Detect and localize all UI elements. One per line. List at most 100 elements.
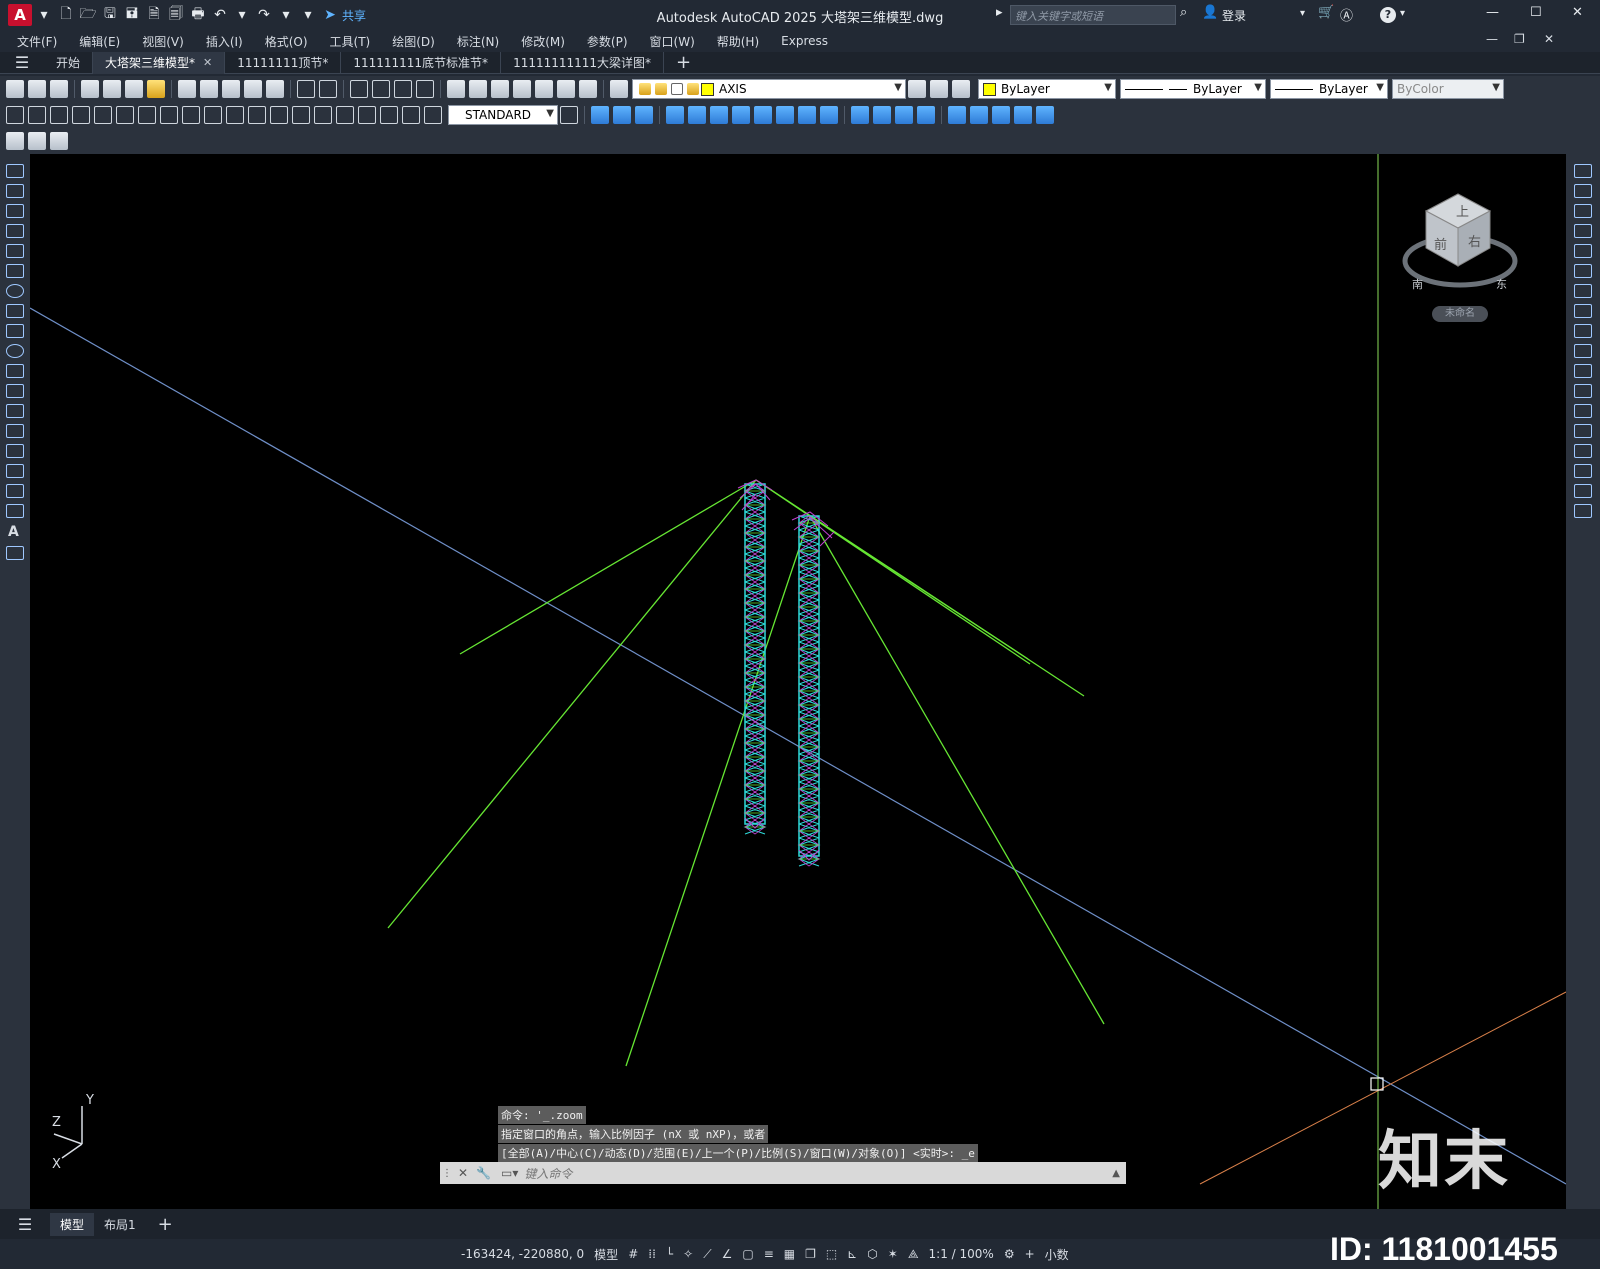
menu-format[interactable]: 格式(O) — [256, 33, 321, 50]
search-input[interactable]: 键入关键字或短语 — [1010, 5, 1176, 25]
gradient-icon[interactable] — [6, 464, 24, 478]
save-to-web-icon[interactable]: 🗐 — [166, 5, 186, 25]
tab-layout1[interactable]: 布局1 — [94, 1213, 146, 1236]
layer-states-icon[interactable] — [952, 80, 970, 98]
presspull-icon[interactable] — [754, 106, 772, 124]
save-icon[interactable] — [50, 80, 68, 98]
jogged-linear-icon[interactable] — [358, 106, 376, 124]
menu-parametric[interactable]: 参数(P) — [578, 33, 641, 50]
line-icon[interactable] — [6, 164, 24, 178]
extend-icon[interactable] — [1574, 364, 1592, 378]
copy-icon[interactable] — [200, 80, 218, 98]
sweep-icon[interactable] — [710, 106, 728, 124]
3d-rotate-icon[interactable] — [970, 106, 988, 124]
tab-start[interactable]: 开始 — [44, 51, 94, 74]
menu-tools[interactable]: 工具(T) — [321, 33, 384, 50]
tool-palettes-icon[interactable] — [491, 80, 509, 98]
planar-surface-icon[interactable] — [798, 106, 816, 124]
grid-icon[interactable]: # — [628, 1247, 638, 1261]
loft-icon[interactable] — [732, 106, 750, 124]
login-dropdown-icon[interactable]: ▾ — [1300, 8, 1305, 19]
maximize-window-icon[interactable]: ☐ — [1530, 5, 1542, 20]
close-window-icon[interactable]: ✕ — [1572, 5, 1583, 20]
3d-move-icon[interactable] — [948, 106, 966, 124]
polysolid-icon[interactable] — [820, 106, 838, 124]
wedge-icon[interactable] — [613, 106, 631, 124]
command-close-icon[interactable]: ✕ — [458, 1166, 468, 1180]
autodesk-account-icon[interactable]: Ⓐ — [1340, 5, 1353, 24]
join-icon[interactable] — [1574, 424, 1592, 438]
menu-modify[interactable]: 修改(M) — [512, 33, 578, 50]
command-grip-icon[interactable]: ⋮ — [440, 1168, 454, 1179]
menu-dimension[interactable]: 标注(N) — [448, 33, 512, 50]
layer-manager-icon[interactable] — [50, 132, 68, 150]
command-history-toggle-icon[interactable]: ▲ — [1112, 1168, 1120, 1179]
ellipse-icon[interactable] — [6, 344, 24, 358]
construction-line-icon[interactable] — [6, 184, 24, 198]
arc-icon[interactable] — [6, 264, 24, 278]
hamburger-menu-icon[interactable]: ☰ — [0, 53, 44, 72]
attach-reference-icon[interactable] — [28, 132, 46, 150]
stretch-icon[interactable] — [1574, 324, 1592, 338]
share-button[interactable]: 共享 — [342, 7, 366, 24]
undo-dropdown-icon[interactable]: ▾ — [232, 5, 252, 25]
dimension-style-manager-icon[interactable] — [560, 106, 578, 124]
box-icon[interactable] — [591, 106, 609, 124]
share-icon[interactable]: ➤ — [320, 5, 340, 25]
customize-wrench-icon[interactable]: 🔧 — [476, 1166, 491, 1180]
undo-icon[interactable] — [297, 80, 315, 98]
circle-icon[interactable] — [6, 284, 24, 298]
new-tab-plus-icon[interactable]: + — [664, 52, 703, 73]
save-as-icon[interactable]: 🖬 — [122, 5, 142, 25]
make-block-icon[interactable] — [6, 404, 24, 418]
annotation-visibility-icon[interactable]: ✶ — [888, 1247, 898, 1261]
calculator-icon[interactable] — [557, 80, 575, 98]
multiline-text-icon[interactable]: A — [8, 524, 19, 540]
blend-curves-icon[interactable] — [1574, 484, 1592, 498]
rectangle-icon[interactable] — [6, 244, 24, 258]
scale-icon[interactable] — [1574, 304, 1592, 318]
dimension-text-edit-icon[interactable] — [402, 106, 420, 124]
isometric-icon[interactable]: ⟋ — [703, 1247, 711, 1262]
cut-icon[interactable] — [178, 80, 196, 98]
rotate-icon[interactable] — [1574, 284, 1592, 298]
dimension-break-icon[interactable] — [270, 106, 288, 124]
dimension-space-icon[interactable] — [248, 106, 266, 124]
transparency-icon[interactable]: ▦ — [784, 1247, 795, 1261]
offset-icon[interactable] — [1574, 224, 1592, 238]
erase-icon[interactable] — [1574, 164, 1592, 178]
command-input[interactable]: 键入命令 — [524, 1165, 572, 1182]
block-editor-icon[interactable] — [266, 80, 284, 98]
menu-file[interactable]: 文件(F) — [8, 33, 70, 50]
color-dropdown[interactable]: ByLayer ▼ — [978, 79, 1116, 99]
object-snap-icon[interactable]: ▢ — [742, 1247, 753, 1261]
new-file-icon[interactable]: 🗋 — [56, 5, 76, 25]
add-selected-icon[interactable] — [6, 546, 24, 560]
ellipse-arc-icon[interactable] — [6, 364, 24, 378]
arc-length-icon[interactable] — [50, 106, 68, 124]
match-properties-icon[interactable] — [244, 80, 262, 98]
spline-icon[interactable] — [6, 324, 24, 338]
menu-help[interactable]: 帮助(H) — [708, 33, 772, 50]
zoom-window-icon[interactable] — [394, 80, 412, 98]
trim-icon[interactable] — [1574, 344, 1592, 358]
continue-dimension-icon[interactable] — [226, 106, 244, 124]
workspace-gear-icon[interactable]: ⚙ — [1004, 1247, 1015, 1261]
3d-osnap-icon[interactable]: ⬚ — [826, 1247, 837, 1261]
open-icon[interactable] — [28, 80, 46, 98]
jogged-dimension-icon[interactable] — [116, 106, 134, 124]
selection-cycling-icon[interactable]: ❐ — [805, 1247, 816, 1261]
cart-icon[interactable]: 🛒 — [1318, 5, 1334, 20]
undo-icon[interactable]: ↶ — [210, 5, 230, 25]
qnew-icon[interactable] — [6, 80, 24, 98]
markup-icon[interactable] — [535, 80, 553, 98]
insert-block-icon[interactable] — [6, 384, 24, 398]
redo-dropdown-icon[interactable]: ▾ — [276, 5, 296, 25]
properties-icon[interactable] — [447, 80, 465, 98]
center-mark-icon[interactable] — [314, 106, 332, 124]
dynamic-ucs-icon[interactable]: ⊾ — [847, 1247, 857, 1261]
coordinate-readout[interactable]: -163424, -220880, 0 — [461, 1247, 584, 1261]
tab-top-section[interactable]: 11111111顶节* — [225, 51, 342, 74]
diameter-dimension-icon[interactable] — [138, 106, 156, 124]
explode-icon[interactable] — [1574, 504, 1592, 518]
